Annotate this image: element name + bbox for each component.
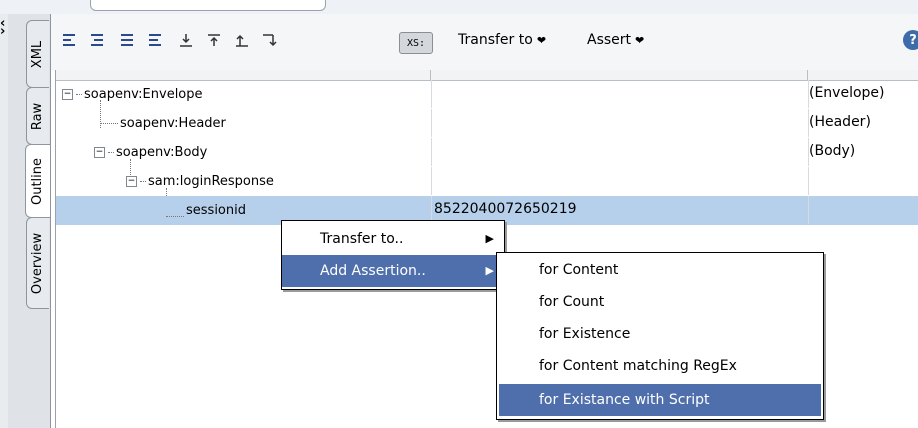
menu-item-add-assertion[interactable]: Add Assertion.. ▶ bbox=[282, 255, 504, 287]
node-name: soapenv:Envelope bbox=[84, 86, 203, 102]
menu-item-for-count[interactable]: for Count bbox=[497, 286, 823, 318]
tab-bar-top bbox=[0, 0, 918, 14]
node-name: sam:loginResponse bbox=[148, 173, 274, 189]
move-top-icon[interactable] bbox=[205, 32, 223, 50]
menu-item-for-content[interactable]: for Content bbox=[497, 254, 823, 286]
collapse-icon[interactable]: − bbox=[94, 146, 105, 158]
context-menu: Transfer to.. ▶ Add Assertion.. ▶ bbox=[281, 220, 505, 290]
outline-toolbar: XS: Transfer to ❤ Assert ❤ ? bbox=[51, 14, 918, 70]
table-row[interactable]: − soapenv:Envelope (Envelope) bbox=[56, 80, 918, 109]
tab-raw[interactable]: Raw bbox=[26, 87, 49, 145]
node-type bbox=[808, 167, 918, 195]
node-value bbox=[431, 138, 810, 166]
indent-icon[interactable] bbox=[89, 32, 107, 50]
help-icon[interactable]: ? bbox=[903, 30, 918, 50]
collapse-handle[interactable]: ‹ › bbox=[0, 14, 8, 428]
chevron-down-icon: ❤ bbox=[536, 34, 547, 47]
submenu-arrow-icon: ▶ bbox=[485, 232, 494, 245]
menu-item-for-existance-script[interactable]: for Existance with Script bbox=[499, 384, 821, 416]
tab-xml[interactable]: XML bbox=[26, 20, 49, 88]
menu-item-for-existence[interactable]: for Existence bbox=[497, 318, 823, 350]
align-left-icon[interactable] bbox=[61, 32, 79, 50]
node-name: sessionid bbox=[186, 202, 246, 218]
collapse-arrow-icon[interactable]: ‹ › bbox=[0, 17, 5, 38]
node-value bbox=[431, 167, 810, 195]
assert-dropdown[interactable]: Assert ❤ bbox=[587, 32, 644, 48]
node-type: (Envelope) bbox=[808, 80, 918, 108]
menu-item-for-content-regex[interactable]: for Content matching RegEx bbox=[497, 350, 823, 382]
node-type: (Body) bbox=[808, 138, 918, 166]
submenu-arrow-icon: ▶ bbox=[485, 264, 494, 277]
node-type bbox=[808, 196, 918, 224]
move-up-icon[interactable] bbox=[233, 32, 251, 50]
editor-tab[interactable] bbox=[90, 0, 326, 11]
table-row[interactable]: − soapenv:Body (Body) bbox=[56, 138, 918, 167]
align-justify-icon[interactable] bbox=[119, 32, 137, 50]
chevron-down-icon: ❤ bbox=[635, 34, 645, 47]
move-bottom-icon[interactable] bbox=[177, 32, 195, 50]
transfer-to-dropdown[interactable]: Transfer to ❤ bbox=[458, 32, 546, 48]
node-type: (Header) bbox=[808, 109, 918, 137]
outdent-icon[interactable] bbox=[147, 32, 165, 50]
xsd-button[interactable]: XS: bbox=[399, 32, 433, 54]
tab-overview[interactable]: Overview bbox=[26, 217, 49, 309]
tab-outline[interactable]: Outline bbox=[25, 144, 50, 218]
node-value bbox=[431, 80, 810, 108]
node-name: soapenv:Header bbox=[120, 115, 226, 131]
move-down-icon[interactable] bbox=[261, 32, 279, 50]
node-name: soapenv:Body bbox=[116, 144, 208, 160]
table-row[interactable]: − sam:loginResponse bbox=[56, 167, 918, 196]
collapse-icon[interactable]: − bbox=[126, 175, 137, 187]
side-tab-strip: XML Raw Outline Overview bbox=[8, 14, 51, 428]
node-value bbox=[431, 109, 810, 137]
menu-item-transfer-to[interactable]: Transfer to.. ▶ bbox=[282, 223, 504, 255]
table-row[interactable]: soapenv:Header (Header) bbox=[56, 109, 918, 138]
collapse-icon[interactable]: − bbox=[62, 88, 73, 100]
assertion-submenu: for Content for Count for Existence for … bbox=[496, 252, 824, 420]
